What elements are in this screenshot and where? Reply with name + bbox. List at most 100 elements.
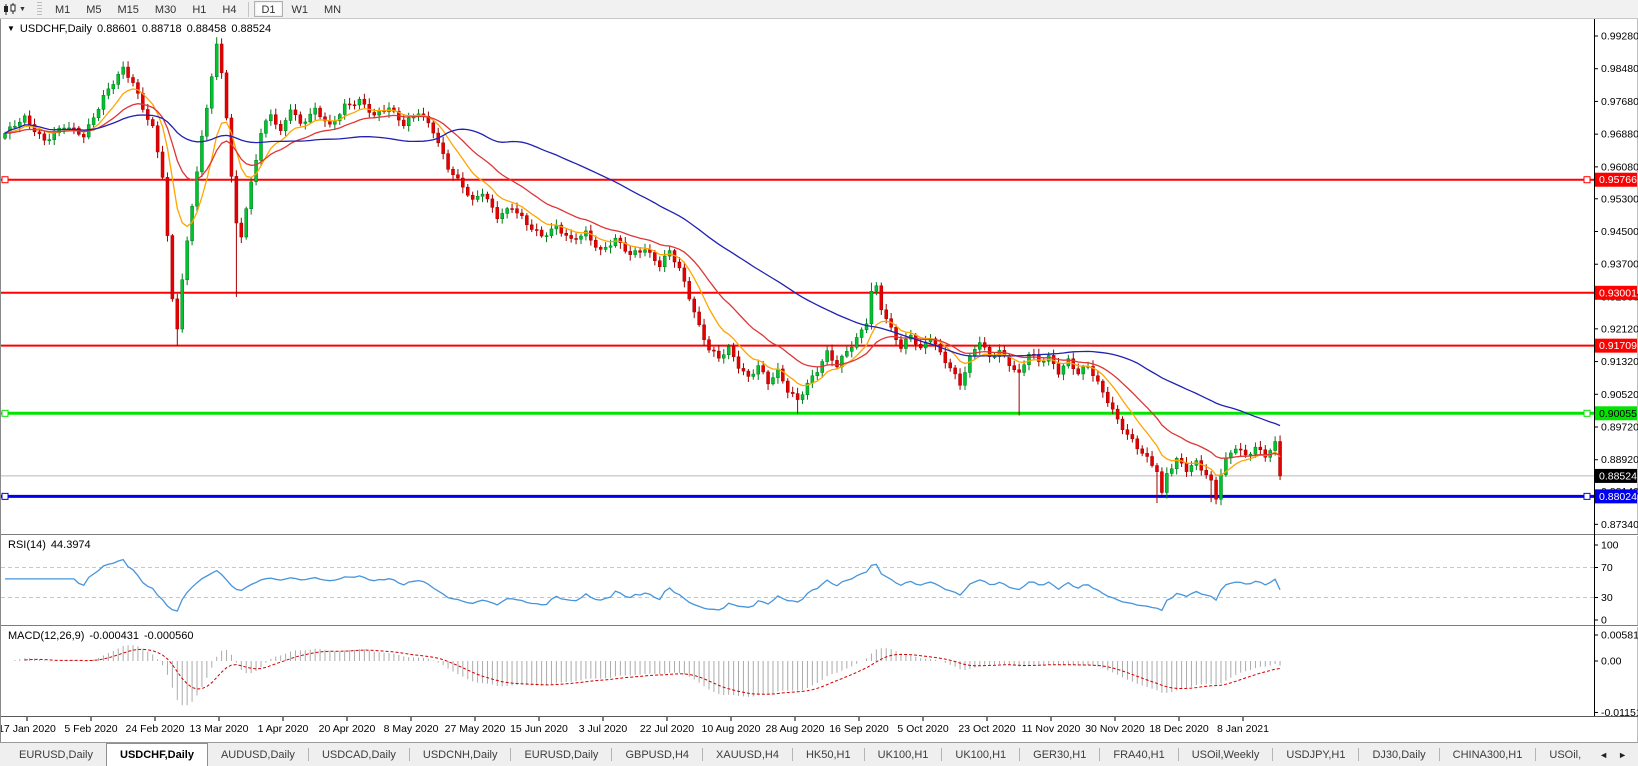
date-tick-label: 30 Nov 2020 [1085, 723, 1145, 735]
timeframe-button-h1[interactable]: H1 [185, 1, 213, 17]
price-tick-label: 0.99280 [1601, 31, 1638, 43]
date-tick-label: 24 Feb 2020 [126, 723, 185, 735]
trendline-handle[interactable] [1, 409, 9, 417]
ohlc-low: 0.88458 [186, 23, 227, 35]
trendline-handle[interactable] [1583, 492, 1591, 500]
chart-tab-xauusd-h4[interactable]: XAUUSD,H4 [703, 743, 792, 766]
rsi-tick-label: 100 [1601, 540, 1619, 552]
chart-tab-usdchf-daily[interactable]: USDCHF,Daily [106, 743, 208, 766]
chart-tab-china300-h1[interactable]: CHINA300,H1 [1440, 743, 1536, 766]
trendline-handle[interactable] [1583, 176, 1591, 184]
chart-tab-ger30-h1[interactable]: GER30,H1 [1020, 743, 1099, 766]
timeframe-button-w1[interactable]: W1 [285, 1, 316, 17]
tab-scroll-arrows: ◄ ► [1594, 743, 1638, 766]
price-tick-label: 0.89720 [1601, 422, 1638, 434]
chart-tab-eurusd-daily[interactable]: EURUSD,Daily [6, 743, 106, 766]
timeframe-button-d1[interactable]: D1 [254, 1, 283, 17]
macd-indicator-label: MACD(12,26,9) -0.000431 -0.000560 [8, 630, 194, 642]
price-tick-label: 0.96880 [1601, 129, 1638, 141]
price-tick-label: 0.93700 [1601, 259, 1638, 271]
ma-medium-line [4, 103, 1281, 459]
tab-scroll-right-icon[interactable]: ► [1613, 748, 1632, 762]
date-tick-label: 11 Nov 2020 [1022, 723, 1081, 735]
chart-tab-usdjpy-h1[interactable]: USDJPY,H1 [1273, 743, 1358, 766]
date-tick-label: 27 May 2020 [445, 723, 506, 735]
macd-signal-value: -0.000560 [143, 630, 194, 642]
chart-tab-dj30-daily[interactable]: DJ30,Daily [1359, 743, 1438, 766]
svg-text:0.90055: 0.90055 [1599, 408, 1637, 420]
chart-tab-usdcad-daily[interactable]: USDCAD,Daily [309, 743, 409, 766]
toolbar-separator [248, 1, 250, 17]
ma-fast-line [4, 88, 1281, 476]
ohlc-open: 0.88601 [97, 23, 137, 35]
macd-name: MACD(12,26,9) [8, 630, 85, 642]
price-chart-canvas[interactable]: 0.99280 0.98480 0.97680 0.96880 0.96080 0.953… [1, 19, 1638, 742]
trendline-handle[interactable] [1, 492, 9, 500]
price-tick-label: 0.94500 [1601, 226, 1638, 238]
chart-tab-hk50-h1[interactable]: HK50,H1 [793, 743, 864, 766]
date-tick-label: 8 Jan 2021 [1217, 723, 1269, 735]
chart-tab-audusd-daily[interactable]: AUDUSD,Daily [208, 743, 308, 766]
rsi-pane [1, 558, 1594, 612]
chart-tab-gbpusd-h4[interactable]: GBPUSD,H4 [612, 743, 702, 766]
chart-title: ▼ USDCHF,Daily 0.88601 0.88718 0.88458 0.8852… [7, 23, 271, 35]
date-tick-label: 22 Jul 2020 [640, 723, 694, 735]
date-tick-label: 1 Apr 2020 [258, 723, 309, 735]
chart-tab-uk100-h1[interactable]: UK100,H1 [865, 743, 942, 766]
date-tick-label: 5 Oct 2020 [897, 723, 949, 735]
date-tick-label: 18 Dec 2020 [1149, 723, 1209, 735]
price-axis[interactable]: 0.99280 0.98480 0.97680 0.96880 0.96080 0.953… [1594, 19, 1638, 719]
timeframe-button-mn[interactable]: MN [317, 1, 348, 17]
date-tick-label: 3 Jul 2020 [579, 723, 628, 735]
candlestick-series [3, 37, 1282, 506]
macd-signal-line [24, 648, 1281, 695]
rsi-tick-label: 70 [1601, 562, 1613, 574]
date-tick-label: 15 Jun 2020 [510, 723, 568, 735]
svg-text:0.95766: 0.95766 [1599, 174, 1637, 186]
svg-text:0.91709: 0.91709 [1599, 340, 1637, 352]
chart-tab-fra40-h1[interactable]: FRA40,H1 [1100, 743, 1177, 766]
date-tick-label: 17 Jan 2020 [1, 723, 56, 735]
date-tick-label: 8 May 2020 [384, 723, 439, 735]
chart-tab-usoil-[interactable]: USOil, [1536, 743, 1594, 766]
rsi-indicator-label: RSI(14) 44.3974 [8, 539, 91, 551]
tab-list: EURUSD,Daily USDCHF,Daily AUDUSD,Daily USDC… [6, 743, 1594, 766]
macd-pane [14, 645, 1281, 706]
symbol-tab-bar: EURUSD,Daily USDCHF,Daily AUDUSD,Daily USDC… [0, 742, 1638, 766]
price-tick-label: 0.87340 [1601, 519, 1638, 531]
date-tick-label: 10 Aug 2020 [702, 723, 761, 735]
chart-window[interactable]: 0.99280 0.98480 0.97680 0.96880 0.96080 0.953… [0, 19, 1638, 742]
svg-text:0.88024: 0.88024 [1599, 491, 1637, 503]
date-axis[interactable]: 17 Jan 2020 5 Feb 2020 24 Feb 2020 13 Mar 2… [1, 716, 1638, 736]
candlestick-chart-icon [4, 2, 16, 15]
price-tick-label: 0.92120 [1601, 323, 1638, 335]
date-tick-label: 5 Feb 2020 [64, 723, 117, 735]
price-tick-label: 0.96080 [1601, 161, 1638, 173]
tab-scroll-left-icon[interactable]: ◄ [1594, 748, 1613, 762]
timeframe-button-m30[interactable]: M30 [148, 1, 183, 17]
toolbar-grip[interactable] [36, 2, 42, 16]
timeframe-button-h4[interactable]: H4 [215, 1, 243, 17]
timeframe-button-m15[interactable]: M15 [111, 1, 146, 17]
macd-main-value: -0.000431 [89, 630, 139, 642]
macd-tick-label: 0.00 [1601, 656, 1622, 668]
price-tick-label: 0.97680 [1601, 96, 1638, 108]
chart-tab-usdcnh-daily[interactable]: USDCNH,Daily [410, 743, 511, 766]
ohlc-close: 0.88524 [231, 23, 272, 35]
price-tick-label: 0.98480 [1601, 63, 1638, 75]
chart-tab-eurusd-daily[interactable]: EURUSD,Daily [511, 743, 611, 766]
window-menu-caret-icon[interactable]: ▼ [7, 24, 15, 33]
timeframe-button-m5[interactable]: M5 [79, 1, 108, 17]
trendline-handle[interactable] [1, 176, 9, 184]
chart-tab-usoil-weekly[interactable]: USOil,Weekly [1179, 743, 1273, 766]
timeframe-toolbar: ▼ M1 M5 M15 M30 H1 H4 D1 W1 MN [0, 0, 1638, 19]
svg-text:0.93001: 0.93001 [1599, 287, 1637, 299]
macd-tick-label: 0.005818 [1601, 629, 1638, 641]
chart-type-button[interactable]: ▼ [0, 1, 29, 18]
price-tick-label: 0.90520 [1601, 389, 1638, 401]
chart-tab-uk100-h1[interactable]: UK100,H1 [942, 743, 1019, 766]
timeframe-button-m1[interactable]: M1 [48, 1, 77, 17]
trendline-handle[interactable] [1583, 409, 1591, 417]
timeframe-buttons: M1 M5 M15 M30 H1 H4 D1 W1 MN [47, 1, 349, 17]
date-tick-label: 16 Sep 2020 [829, 723, 889, 735]
